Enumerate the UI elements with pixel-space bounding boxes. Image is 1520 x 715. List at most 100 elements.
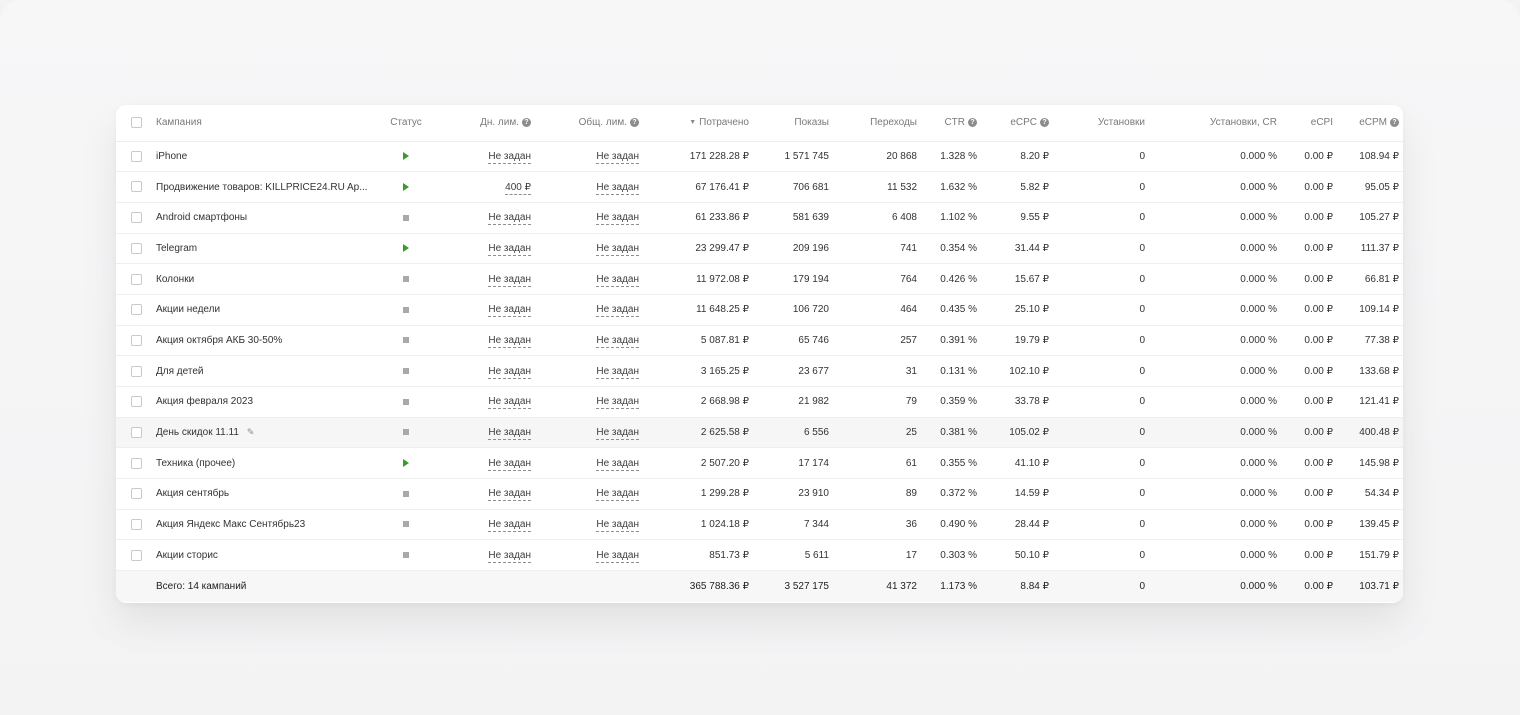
day-limit-link[interactable]: Не задан (488, 212, 531, 226)
pause-icon[interactable] (403, 429, 409, 436)
campaign-name[interactable]: День скидок 11.11 (156, 427, 239, 438)
campaign-name[interactable]: Telegram (156, 243, 197, 254)
day-limit-link[interactable]: Не задан (488, 334, 531, 348)
total-limit-link[interactable]: Не задан (596, 304, 639, 318)
total-limit-link[interactable]: Не задан (596, 150, 639, 164)
table-row[interactable]: Для детей Не задан Не задан 3 165.25 ₽23 67… (116, 355, 1403, 387)
campaign-name[interactable]: Продвижение товаров: KILLPRICE24.RU Ap..… (156, 182, 368, 193)
col-total-limit[interactable]: Общ. лим.? (543, 105, 651, 142)
col-status[interactable]: Статус (374, 105, 438, 142)
day-limit-link[interactable]: Не задан (488, 396, 531, 410)
day-limit-link[interactable]: Не задан (488, 365, 531, 379)
table-row[interactable]: Техника (прочее) Не задан Не задан 2 507.20… (116, 447, 1403, 480)
play-icon[interactable] (403, 182, 409, 191)
table-row[interactable]: iPhone Не задан Не задан 171 228.28 ₽1 571 … (116, 141, 1403, 173)
table-row[interactable]: Акции сторис Не задан Не задан 851.73 ₽5 61… (116, 539, 1403, 572)
campaign-name[interactable]: Акция сентябрь (156, 488, 229, 499)
row-checkbox[interactable] (130, 273, 142, 285)
row-checkbox[interactable] (130, 426, 142, 438)
total-limit-link[interactable]: Не задан (596, 427, 639, 441)
campaign-name[interactable]: iPhone (156, 151, 187, 162)
day-limit-link[interactable]: Не задан (488, 427, 531, 441)
campaign-name[interactable]: Акция Яндекс Макс Сентябрь23 (156, 519, 305, 530)
total-limit-link[interactable]: Не задан (596, 334, 639, 348)
pause-icon[interactable] (403, 214, 409, 221)
table-row[interactable]: Продвижение товаров: KILLPRICE24.RU Ap..… (116, 171, 1403, 203)
day-limit-link[interactable]: Не задан (488, 150, 531, 164)
row-checkbox[interactable] (130, 365, 142, 377)
total-limit-link[interactable]: Не задан (596, 396, 639, 410)
row-checkbox[interactable] (130, 150, 142, 162)
table-row[interactable]: Акции недели Не задан Не задан 11 648.25 ₽1… (116, 294, 1403, 326)
row-checkbox[interactable] (130, 181, 142, 193)
total-limit-link[interactable]: Не задан (596, 519, 639, 533)
row-checkbox[interactable] (130, 212, 142, 224)
day-limit-link[interactable]: Не задан (488, 549, 531, 563)
table-row[interactable]: Акция Яндекс Макс Сентябрь23 Не задан Не з… (116, 509, 1403, 541)
day-limit-link[interactable]: Не задан (488, 488, 531, 502)
col-campaign[interactable]: Кампания (152, 105, 374, 142)
table-row[interactable]: Android смартфоны Не задан Не задан 61 233.… (116, 202, 1403, 234)
row-checkbox[interactable] (130, 242, 142, 254)
info-icon[interactable]: ? (1040, 118, 1049, 128)
col-day-limit[interactable]: Дн. лим.? (438, 105, 543, 142)
col-ecpc[interactable]: eCPC? (983, 105, 1055, 142)
row-checkbox[interactable] (130, 488, 142, 500)
info-icon[interactable]: ? (522, 118, 531, 128)
row-checkbox[interactable] (130, 396, 142, 408)
row-checkbox[interactable] (130, 457, 142, 469)
pause-icon[interactable] (403, 490, 409, 497)
total-limit-link[interactable]: Не задан (596, 242, 639, 256)
campaign-name[interactable]: Акции сторис (156, 550, 218, 561)
pause-icon[interactable] (403, 368, 409, 375)
row-checkbox[interactable] (130, 334, 142, 346)
table-row[interactable]: Telegram Не задан Не задан 23 299.47 ₽209 1… (116, 233, 1403, 265)
row-checkbox[interactable] (130, 304, 142, 316)
day-limit-link[interactable]: Не задан (488, 457, 531, 471)
total-limit-link[interactable]: Не задан (596, 457, 639, 471)
total-limit-link[interactable]: Не задан (596, 549, 639, 563)
table-row[interactable]: Акция октября АКБ 30-50% Не задан Не задан… (116, 325, 1403, 357)
pause-icon[interactable] (403, 275, 409, 282)
day-limit-link[interactable]: Не задан (488, 242, 531, 256)
day-limit-link[interactable]: Не задан (488, 519, 531, 533)
pencil-icon[interactable]: ✎ (247, 427, 255, 437)
table-row[interactable]: День скидок 11.11 ✎ Не задан Не задан 2 625.… (116, 417, 1403, 449)
col-ctr[interactable]: CTR? (923, 105, 983, 142)
pause-icon[interactable] (403, 306, 409, 313)
day-limit-link[interactable]: Не задан (488, 304, 531, 318)
campaign-name[interactable]: Акция февраля 2023 (156, 396, 253, 407)
table-row[interactable]: Акция сентябрь Не задан Не задан 1 299.28 ₽… (116, 478, 1403, 510)
total-limit-link[interactable]: Не задан (596, 488, 639, 502)
day-limit-link[interactable]: Не задан (488, 273, 531, 287)
row-checkbox[interactable] (130, 549, 142, 561)
row-checkbox[interactable] (130, 519, 142, 531)
play-icon[interactable] (403, 152, 409, 161)
play-icon[interactable] (403, 244, 409, 253)
col-spent[interactable]: ▼ Потрачено (651, 105, 755, 142)
campaign-name[interactable]: Техника (прочее) (156, 458, 235, 469)
total-limit-link[interactable]: Не задан (596, 212, 639, 226)
col-installs[interactable]: Установки (1055, 105, 1161, 142)
campaign-name[interactable]: Для детей (156, 366, 203, 377)
pause-icon[interactable] (403, 337, 409, 344)
day-limit-link[interactable]: 400 ₽ (505, 181, 531, 195)
campaign-name[interactable]: Акция октября АКБ 30-50% (156, 335, 282, 346)
select-all-checkbox[interactable] (130, 117, 142, 129)
col-clicks[interactable]: Переходы (835, 105, 923, 142)
campaign-name[interactable]: Колонки (156, 274, 194, 285)
info-icon[interactable]: ? (630, 118, 639, 128)
col-installs-cr[interactable]: Установки, CR (1161, 105, 1287, 142)
campaign-name[interactable]: Акции недели (156, 304, 220, 315)
info-icon[interactable]: ? (1390, 118, 1399, 128)
col-ecpm[interactable]: eCPM? (1339, 105, 1403, 142)
pause-icon[interactable] (403, 398, 409, 405)
col-impressions[interactable]: Показы (755, 105, 835, 142)
campaign-name[interactable]: Android смартфоны (156, 212, 247, 223)
info-icon[interactable]: ? (968, 118, 977, 128)
total-limit-link[interactable]: Не задан (596, 181, 639, 195)
pause-icon[interactable] (403, 552, 409, 559)
play-icon[interactable] (403, 459, 409, 468)
table-row[interactable]: Колонки Не задан Не задан 11 972.08 ₽179 19… (116, 263, 1403, 295)
col-ecpi[interactable]: eCPI (1287, 105, 1339, 142)
